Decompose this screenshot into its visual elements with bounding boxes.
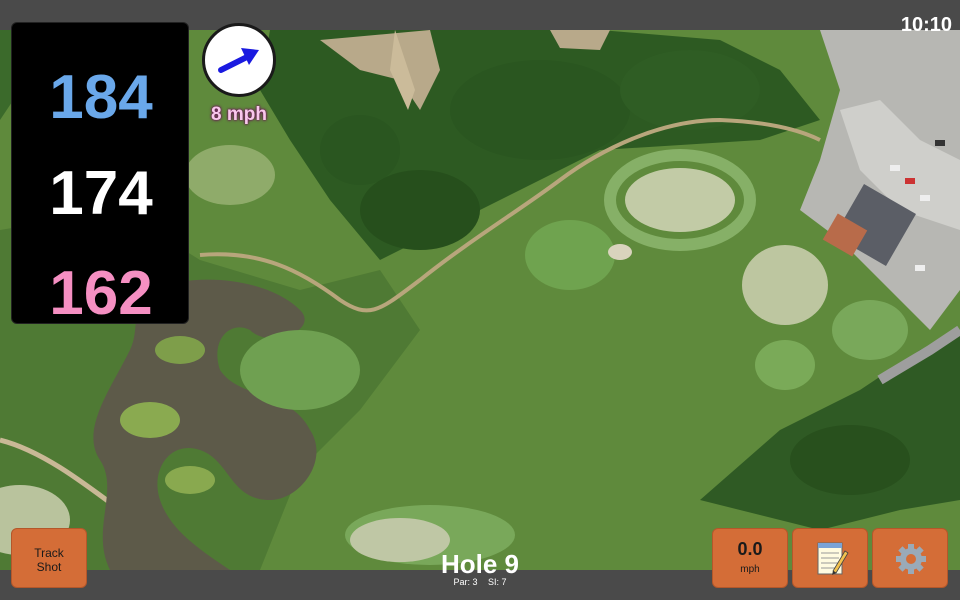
track-shot-label-line2: Shot <box>36 560 62 574</box>
wind-arrow-icon <box>218 48 259 73</box>
distance-panel: 184 174 162 <box>11 22 189 328</box>
track-shot-button[interactable]: Track Shot <box>11 528 87 588</box>
speed-unit: mph <box>740 564 760 575</box>
status-time: 10:10 <box>900 14 952 36</box>
gear-icon <box>896 544 926 574</box>
notes-button[interactable] <box>792 528 868 588</box>
back-distance: 184 <box>49 63 153 132</box>
hole-info: Par: 3 SI: 7 <box>380 577 580 587</box>
par-label: Par: 3 <box>453 577 478 587</box>
notepad-icon <box>817 542 849 575</box>
wind-indicator[interactable] <box>202 23 276 97</box>
wind-speed-label: 8 mph <box>211 104 267 125</box>
settings-button[interactable] <box>872 528 948 588</box>
hole-title: Hole 9 <box>440 549 520 579</box>
speed-value: 0.0 <box>737 539 763 559</box>
speed-button[interactable]: 0.0 mph <box>712 528 788 588</box>
middle-distance: 174 <box>49 159 153 228</box>
stroke-index-label: SI: 7 <box>488 577 507 587</box>
front-distance: 162 <box>49 259 153 328</box>
track-shot-label-line1: Track <box>34 546 64 560</box>
